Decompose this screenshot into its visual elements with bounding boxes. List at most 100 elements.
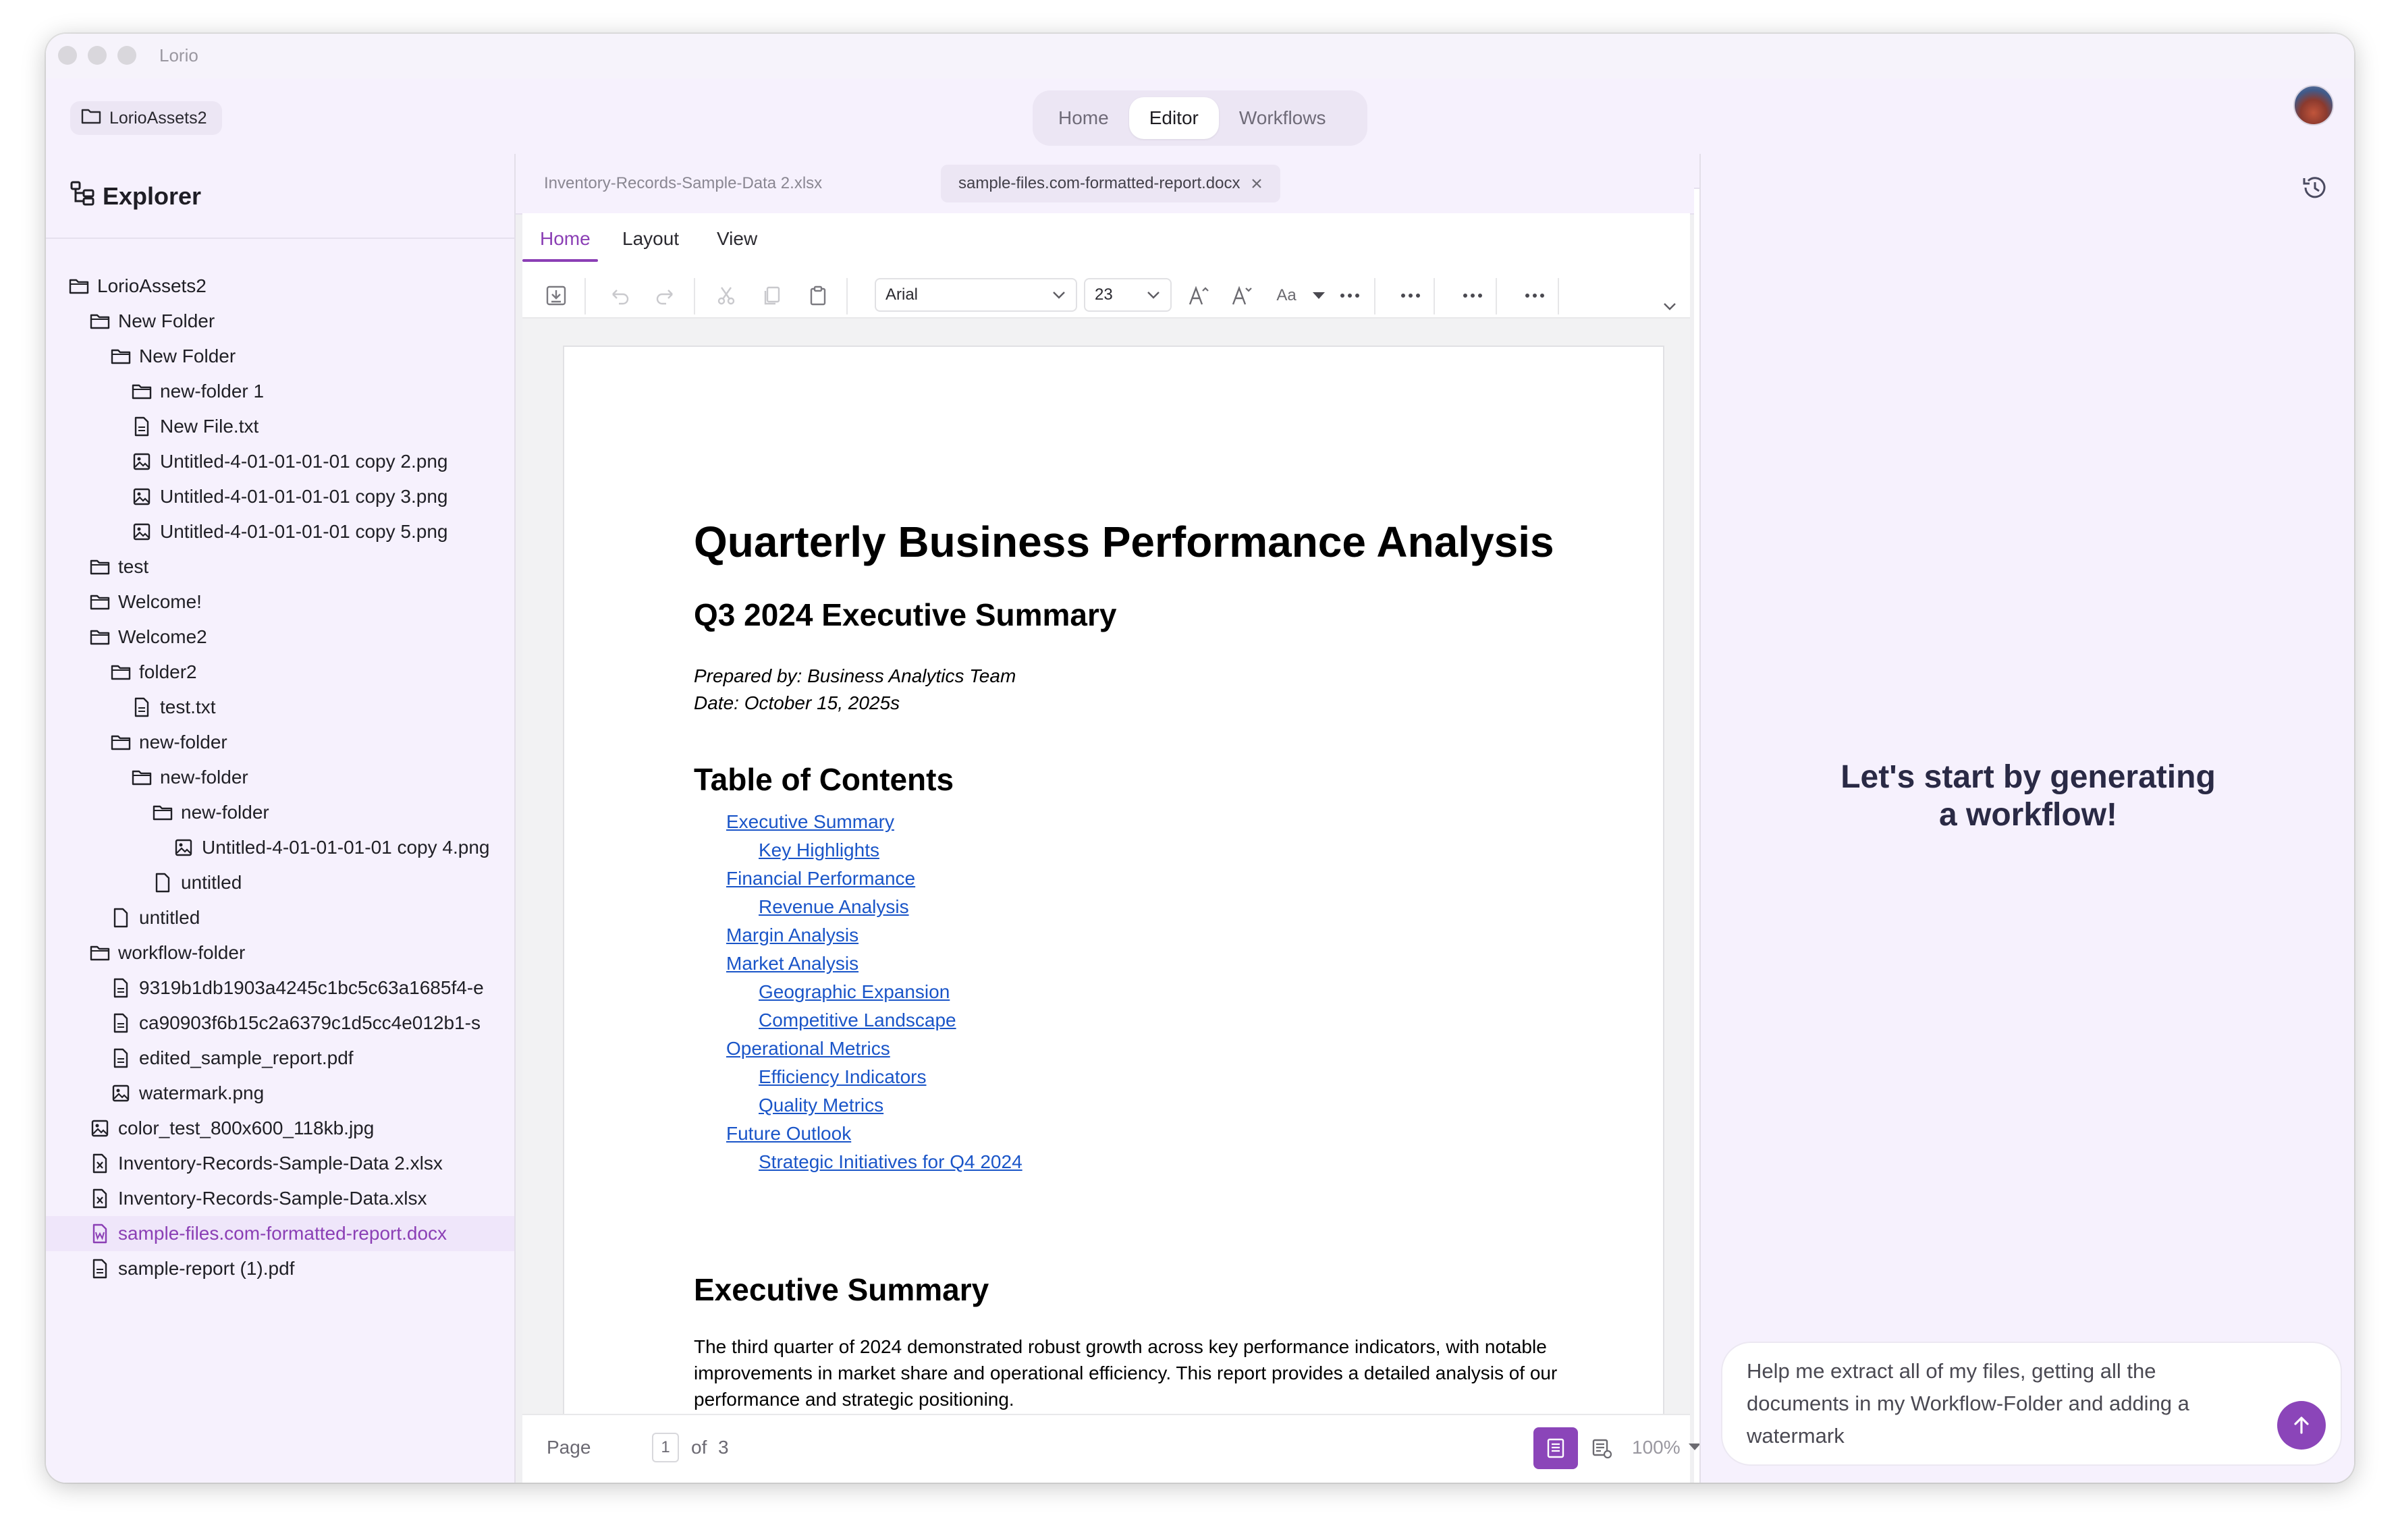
tree-folder[interactable]: new-folder: [46, 725, 514, 760]
print-layout-button[interactable]: [1533, 1427, 1578, 1469]
tree-folder[interactable]: test: [46, 549, 514, 584]
tree-folder[interactable]: new-folder: [46, 760, 514, 795]
redo-icon[interactable]: [652, 282, 679, 309]
tree-file[interactable]: New File.txt: [46, 409, 514, 444]
tree-folder[interactable]: new-folder 1: [46, 374, 514, 409]
minimize-window-button[interactable]: [88, 46, 107, 65]
tree-file[interactable]: Untitled-4-01-01-01-01 copy 3.png: [46, 479, 514, 514]
toc-link[interactable]: Market Analysis: [726, 953, 858, 974]
tree-folder[interactable]: Welcome2: [46, 620, 514, 655]
change-case-button[interactable]: Aa: [1273, 282, 1300, 309]
page-number-input[interactable]: 1: [652, 1433, 679, 1462]
copy-icon[interactable]: [759, 282, 786, 309]
toc-link[interactable]: Competitive Landscape: [759, 1010, 956, 1031]
tree-item-label: new-folder: [181, 802, 269, 823]
chevron-down-icon: [1146, 290, 1161, 300]
tree-file[interactable]: Inventory-Records-Sample-Data 2.xlsx: [46, 1146, 514, 1181]
more-options-icon[interactable]: [1336, 282, 1363, 309]
doc-tab-report[interactable]: sample-files.com-formatted-report.docx: [941, 165, 1281, 202]
tree-file[interactable]: edited_sample_report.pdf: [46, 1041, 514, 1076]
toolbar-separator: [1374, 278, 1375, 314]
ribbon-tab-layout[interactable]: Layout: [622, 228, 679, 250]
paste-icon[interactable]: [804, 282, 831, 309]
tree-file[interactable]: ca90903f6b15c2a6379c1d5cc4e012b1-s: [46, 1006, 514, 1041]
tree-file[interactable]: Untitled-4-01-01-01-01 copy 2.png: [46, 444, 514, 479]
expand-ribbon-icon[interactable]: [1656, 293, 1683, 320]
caret-down-icon[interactable]: [1305, 282, 1332, 309]
zoom-level[interactable]: 100%: [1632, 1437, 1681, 1458]
toc-link[interactable]: Margin Analysis: [726, 925, 858, 946]
toc-heading: Table of Contents: [694, 762, 954, 797]
document-page[interactable]: Quarterly Business Performance Analysis …: [563, 346, 1664, 1414]
tree-folder[interactable]: folder2: [46, 655, 514, 690]
save-icon[interactable]: [543, 282, 570, 309]
tree-file[interactable]: sample-files.com-formatted-report.docx: [46, 1216, 514, 1251]
user-avatar[interactable]: [2293, 85, 2334, 126]
doc-tab-label: sample-files.com-formatted-report.docx: [958, 174, 1240, 192]
close-window-button[interactable]: [58, 46, 77, 65]
chevron-down-icon: [1052, 290, 1066, 300]
tree-file[interactable]: untitled: [46, 900, 514, 935]
history-icon[interactable]: [2300, 173, 2330, 202]
tree-folder[interactable]: new-folder: [46, 795, 514, 830]
undo-icon[interactable]: [606, 282, 633, 309]
tree-file[interactable]: sample-report (1).pdf: [46, 1251, 514, 1286]
workflow-prompt-input[interactable]: Help me extract all of my files, getting…: [1721, 1342, 2342, 1466]
tree-file[interactable]: Untitled-4-01-01-01-01 copy 5.png: [46, 514, 514, 549]
font-family-select[interactable]: Arial: [875, 278, 1077, 312]
tree-file[interactable]: 9319b1db1903a4245c1bc5c63a1685f4-e: [46, 970, 514, 1006]
folder-icon: [111, 662, 131, 682]
nav-home[interactable]: Home: [1038, 97, 1129, 139]
tree-file[interactable]: Untitled-4-01-01-01-01 copy 4.png: [46, 830, 514, 865]
font-size-select[interactable]: 23: [1084, 278, 1172, 312]
workspace-chip[interactable]: LorioAssets2: [70, 101, 222, 135]
toolbar-separator: [584, 278, 586, 314]
workspace-name: LorioAssets2: [109, 108, 207, 128]
toc-link[interactable]: Executive Summary: [726, 811, 894, 833]
tree-item-label: Untitled-4-01-01-01-01 copy 3.png: [160, 486, 448, 507]
more-options-icon[interactable]: [1521, 282, 1548, 309]
tree-file[interactable]: untitled: [46, 865, 514, 900]
nav-workflows[interactable]: Workflows: [1219, 97, 1346, 139]
tree-item-label: Untitled-4-01-01-01-01 copy 4.png: [202, 837, 490, 858]
toc-link[interactable]: Operational Metrics: [726, 1038, 890, 1060]
document-canvas[interactable]: Quarterly Business Performance Analysis …: [522, 319, 1690, 1414]
folder-icon: [90, 557, 110, 577]
shrink-font-icon[interactable]: [1228, 282, 1255, 309]
tree-item-label: test.txt: [160, 696, 216, 717]
tree-folder[interactable]: LorioAssets2: [46, 269, 514, 304]
app-window: Lorio LorioAssets2 Home Editor Workflows…: [46, 34, 2354, 1483]
document-icon: [111, 1048, 131, 1068]
toc-link[interactable]: Strategic Initiatives for Q4 2024: [759, 1151, 1022, 1173]
nav-editor[interactable]: Editor: [1128, 97, 1219, 139]
toc-link[interactable]: Revenue Analysis: [759, 896, 909, 918]
explorer-tree-icon: [69, 180, 96, 213]
ribbon-tab-home[interactable]: Home: [540, 228, 591, 250]
toc-link[interactable]: Financial Performance: [726, 868, 915, 889]
close-tab-icon[interactable]: [1251, 177, 1263, 190]
tree-file[interactable]: test.txt: [46, 690, 514, 725]
send-button[interactable]: [2277, 1401, 2326, 1450]
tree-folder[interactable]: New Folder: [46, 339, 514, 374]
maximize-window-button[interactable]: [117, 46, 136, 65]
grow-font-icon[interactable]: [1185, 282, 1212, 309]
tree-file[interactable]: Inventory-Records-Sample-Data.xlsx: [46, 1181, 514, 1216]
file-icon: [153, 873, 173, 893]
toc-link[interactable]: Quality Metrics: [759, 1095, 883, 1116]
workflow-assistant-panel: Let's start by generating a workflow! He…: [1699, 154, 2354, 1483]
tree-folder[interactable]: Welcome!: [46, 584, 514, 620]
cut-icon[interactable]: [713, 282, 740, 309]
doc-tab-inventory[interactable]: Inventory-Records-Sample-Data 2.xlsx: [526, 165, 840, 202]
toc-link[interactable]: Key Highlights: [759, 840, 879, 861]
toc-link[interactable]: Geographic Expansion: [759, 981, 950, 1003]
web-layout-button[interactable]: [1579, 1427, 1624, 1469]
toc-link[interactable]: Future Outlook: [726, 1123, 851, 1145]
tree-folder[interactable]: New Folder: [46, 304, 514, 339]
toc-link[interactable]: Efficiency Indicators: [759, 1066, 927, 1088]
tree-file[interactable]: watermark.png: [46, 1076, 514, 1111]
ribbon-tab-view[interactable]: View: [717, 228, 757, 250]
more-options-icon[interactable]: [1459, 282, 1486, 309]
tree-file[interactable]: color_test_800x600_118kb.jpg: [46, 1111, 514, 1146]
more-options-icon[interactable]: [1397, 282, 1424, 309]
tree-folder[interactable]: workflow-folder: [46, 935, 514, 970]
